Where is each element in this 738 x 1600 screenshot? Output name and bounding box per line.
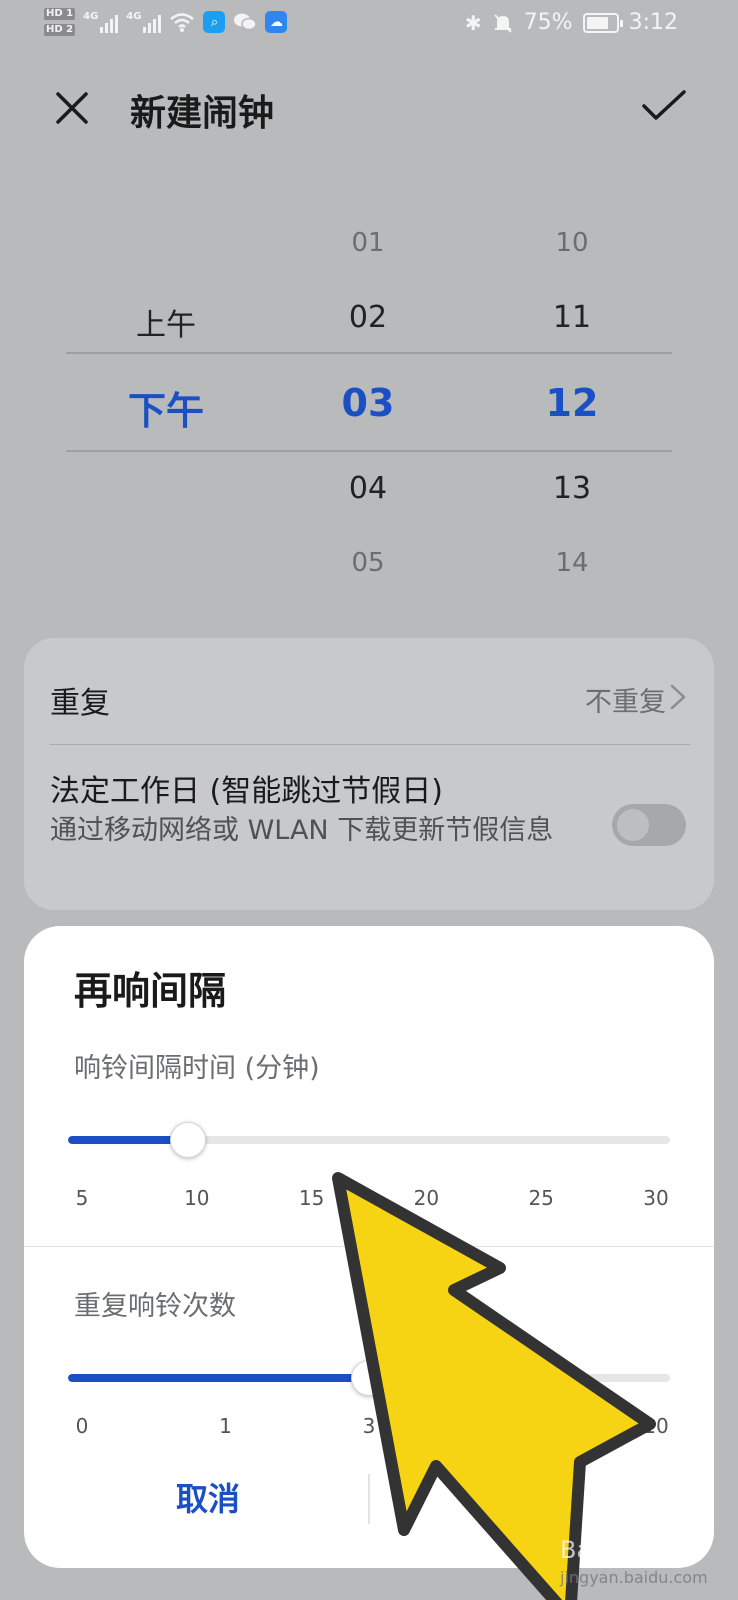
picker-selection-bottom	[66, 450, 672, 452]
status-right-icons: ✱ 75% 3:12	[465, 10, 678, 35]
settings-divider	[50, 744, 690, 745]
sim2-badge: HD 2	[44, 24, 76, 36]
mute-bell-icon	[493, 13, 512, 33]
minute-item[interactable]: 13	[553, 471, 591, 506]
workday-toggle[interactable]	[612, 804, 686, 846]
repeat-count-slider-fill	[68, 1374, 369, 1382]
interval-slider-track[interactable]	[68, 1136, 670, 1144]
battery-level	[586, 16, 608, 29]
interval-tick: 15	[298, 1186, 325, 1210]
signal-icon: 4G	[126, 11, 162, 33]
repeat-count-tick: 3	[362, 1414, 376, 1438]
check-icon[interactable]	[640, 86, 688, 126]
repeat-count-tick: 0	[75, 1414, 89, 1438]
repeat-count-tick: 1	[219, 1414, 232, 1438]
hour-item[interactable]: 04	[349, 471, 387, 506]
interval-tick: 10	[184, 1186, 210, 1210]
cancel-button[interactable]: 取消	[58, 1474, 358, 1520]
hour-item[interactable]: 05	[351, 548, 384, 578]
network-type-2: 4G	[126, 11, 142, 22]
workday-subtitle: 通过移动网络或 WLAN 下载更新节假信息	[50, 815, 554, 846]
battery-percent: 75%	[523, 10, 573, 35]
close-icon[interactable]	[52, 88, 92, 128]
battery-icon	[582, 12, 623, 33]
signal-icon: 4G	[83, 11, 119, 33]
minute-item-selected[interactable]: 12	[546, 381, 599, 425]
status-bar: HD 1 HD 2 4G 4G ⌕ ☁ ✱ 75% 3:12	[0, 0, 738, 52]
repeat-value[interactable]: 不重复	[585, 680, 666, 719]
repeat-count-tick: 10	[643, 1414, 669, 1438]
baidu-watermark: Baidu经验	[560, 1536, 677, 1564]
button-divider	[368, 1474, 370, 1524]
toggle-knob	[617, 809, 649, 841]
repeat-count-tick: 5	[506, 1414, 519, 1438]
watermark-url: jingyan.baidu.com	[560, 1568, 708, 1587]
sim1-badge: HD 1	[44, 8, 76, 20]
picker-item-am[interactable]: 上午	[136, 300, 196, 344]
repeat-count-label: 重复响铃次数	[74, 1291, 236, 1322]
dialog-divider	[24, 1246, 714, 1247]
interval-tick: 25	[528, 1186, 554, 1210]
interval-tick: 5	[75, 1186, 89, 1210]
page-title: 新建闹钟	[130, 93, 275, 134]
interval-tick: 30	[643, 1186, 669, 1210]
repeat-count-slider-thumb[interactable]	[351, 1360, 387, 1396]
clock: 3:12	[628, 10, 678, 35]
hour-item-selected[interactable]: 03	[342, 381, 395, 425]
picker-item-pm-selected[interactable]: 下午	[128, 380, 204, 435]
snooze-dialog	[24, 926, 714, 1568]
repeat-row-label[interactable]: 重复	[50, 678, 110, 722]
bluetooth-icon: ✱	[464, 10, 482, 35]
search-app-icon: ⌕	[203, 11, 226, 33]
hour-item[interactable]: 02	[349, 300, 387, 335]
chevron-right-icon[interactable]	[666, 682, 690, 712]
minute-item[interactable]: 10	[555, 228, 588, 258]
interval-label: 响铃间隔时间 (分钟)	[74, 1053, 320, 1084]
workday-label[interactable]: 法定工作日 (智能跳过节假日)	[50, 766, 443, 810]
dialog-title: 再响间隔	[74, 969, 227, 1013]
wechat-icon	[234, 13, 258, 31]
wifi-icon	[170, 13, 195, 32]
picker-selection-top	[66, 352, 672, 354]
cloud-icon: ☁	[265, 11, 288, 33]
status-left-icons: HD 1 HD 2 4G 4G ⌕ ☁	[44, 8, 288, 36]
network-type-1: 4G	[83, 11, 99, 22]
minute-item[interactable]: 11	[553, 300, 591, 335]
ok-button[interactable]: 确定	[380, 1474, 680, 1520]
interval-tick: 20	[413, 1186, 440, 1210]
hour-item[interactable]: 01	[351, 228, 384, 258]
minute-item[interactable]: 14	[555, 548, 588, 578]
